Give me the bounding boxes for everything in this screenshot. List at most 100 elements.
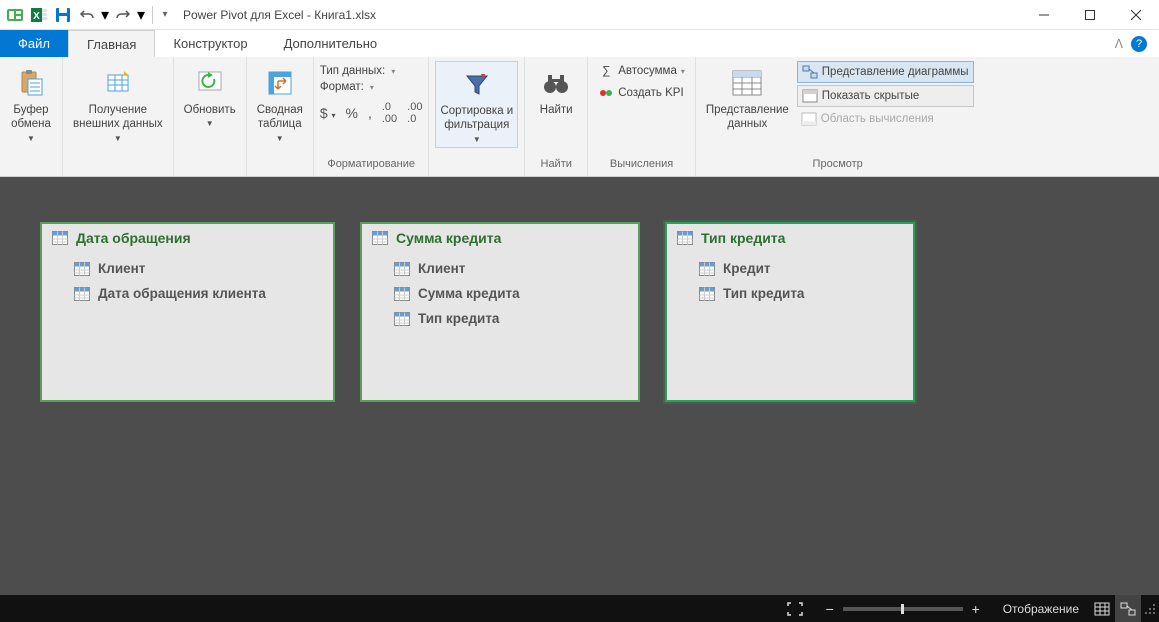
pivot-label: Сводная таблица [257,103,303,132]
refresh-label: Обновить [184,103,236,117]
find-button[interactable]: Найти [531,61,581,119]
tab-file[interactable]: Файл [0,30,68,57]
minimize-button[interactable] [1021,0,1067,30]
group-view: Представление данных Представление диагр… [696,57,980,176]
quick-access-toolbar: X ▾ ▾ ▾ [0,4,175,26]
field-label: Клиент [98,261,145,276]
diagram-canvas[interactable]: Дата обращения Клиент Дата обращения клиен… [0,177,1159,595]
format-label: Формат: [320,81,364,93]
dropdown-icon: ▼ [27,134,35,144]
find-label: Найти [540,103,573,117]
group-pivot: Сводная таблица ▼ [247,57,314,176]
tab-advanced[interactable]: Дополнительно [266,30,396,57]
display-mode-label[interactable]: Отображение [993,595,1089,622]
table-node[interactable]: Дата обращения Клиент Дата обращения клиен… [40,222,335,402]
decrease-decimal-icon[interactable]: .00.0 [407,101,422,125]
filter-icon [461,68,493,100]
table-field[interactable]: Сумма кредита [394,281,628,306]
percent-icon[interactable]: % [346,105,358,121]
calc-group-label: Вычисления [588,158,695,176]
createkpi-label: Создать KPI [618,87,683,99]
table-node[interactable]: Сумма кредитаКлиентСумма кредитаТип кред… [360,222,640,402]
pivot-table-button[interactable]: Сводная таблица ▼ [253,61,307,146]
save-icon[interactable] [52,4,74,26]
diagram-view-button[interactable]: Представление диаграммы [797,61,974,83]
table-field[interactable]: Тип кредита [699,281,903,306]
ribbon: Буфер обмена ▼ Получение внешних данных … [0,57,1159,177]
diagram-label: Представление диаграммы [822,66,969,78]
fit-screen-button[interactable] [777,595,813,622]
group-calculations: ∑ Автосумма ▾ Создать KPI Вычисления [588,57,696,176]
format-dropdown[interactable]: Формат: ▾ [320,81,423,93]
getdata-label: Получение внешних данных [73,103,163,132]
dropdown-icon: ▾ [681,67,685,76]
sort-filter-button[interactable]: Сортировка и фильтрация ▼ [435,61,518,148]
table-field[interactable]: Клиент [74,256,323,281]
table-header[interactable]: Сумма кредита [362,224,638,252]
excel-icon[interactable]: X [28,4,50,26]
view-group-label: Просмотр [696,158,980,176]
refresh-button[interactable]: Обновить ▼ [180,61,240,131]
grid-view-button[interactable] [1089,595,1115,622]
grid-icon [731,67,763,99]
tab-home[interactable]: Главная [68,30,155,57]
redo-icon[interactable] [112,4,134,26]
zoom-slider[interactable]: − + [813,601,993,617]
datatype-dropdown[interactable]: Тип данных: ▾ [320,65,423,77]
table-field[interactable]: Тип кредита [394,306,628,331]
group-formatting: Тип данных: ▾ Формат: ▾ $ ▾ % , .0.00 .0… [314,57,430,176]
table-header[interactable]: Тип кредита [667,224,913,252]
calculation-area-button[interactable]: Область вычисления [797,109,974,129]
undo-icon[interactable] [76,4,98,26]
group-find: Найти Найти [525,57,588,176]
group-sortfilter: Сортировка и фильтрация ▼ [429,57,525,176]
autosum-button[interactable]: ∑ Автосумма ▾ [594,61,689,81]
diagram-icon [802,64,818,80]
undo-dropdown-icon[interactable]: ▾ [100,4,110,26]
datatype-label: Тип данных: [320,65,385,77]
zoom-track[interactable] [843,607,963,611]
table-field[interactable]: Дата обращения клиента [74,281,323,306]
kpi-icon [598,85,614,101]
paste-button[interactable]: Буфер обмена ▼ [6,61,56,146]
pivot-icon [264,67,296,99]
powerpivot-icon[interactable] [4,4,26,26]
currency-icon[interactable]: $ ▾ [320,105,336,121]
qat-customize-icon[interactable]: ▾ [159,4,171,26]
field-label: Дата обращения клиента [98,286,266,301]
data-view-button[interactable]: Представление данных [702,61,793,134]
zoom-in-button[interactable]: + [969,601,983,617]
table-field[interactable]: Клиент [394,256,628,281]
dropdown-icon: ▾ [370,83,374,92]
collapse-ribbon-icon[interactable]: ᐱ [1115,37,1123,51]
table-field[interactable]: Кредит [699,256,903,281]
dataview-label: Представление данных [706,103,789,132]
field-label: Кредит [723,261,770,276]
close-button[interactable] [1113,0,1159,30]
paste-label: Буфер обмена [11,103,51,132]
help-icon[interactable]: ? [1131,36,1147,52]
resize-grip[interactable] [1141,595,1159,622]
zoom-thumb[interactable] [901,604,904,614]
table-node[interactable]: Тип кредита Кредит Тип кредита [665,222,915,402]
dropdown-icon: ▼ [276,134,284,144]
window-title: Power Pivot для Excel - Книга1.xlsx [175,8,1021,22]
diagram-view-toggle[interactable] [1115,595,1141,622]
refresh-icon [194,67,226,99]
create-kpi-button[interactable]: Создать KPI [594,83,689,103]
get-external-data-button[interactable]: Получение внешних данных ▼ [69,61,167,146]
maximize-button[interactable] [1067,0,1113,30]
dropdown-icon: ▼ [114,134,122,144]
database-icon [102,67,134,99]
show-hidden-button[interactable]: Показать скрытые [797,85,974,107]
redo-dropdown-icon[interactable]: ▾ [136,4,146,26]
increase-decimal-icon[interactable]: .0.00 [382,101,397,125]
field-label: Тип кредита [723,286,804,301]
table-body: Кредит Тип кредита [667,252,913,322]
tab-design[interactable]: Конструктор [155,30,265,57]
table-title: Сумма кредита [396,230,501,246]
zoom-out-button[interactable]: − [823,601,837,617]
comma-icon[interactable]: , [368,105,372,121]
table-header[interactable]: Дата обращения [42,224,333,252]
autosum-label: Автосумма [618,65,677,77]
